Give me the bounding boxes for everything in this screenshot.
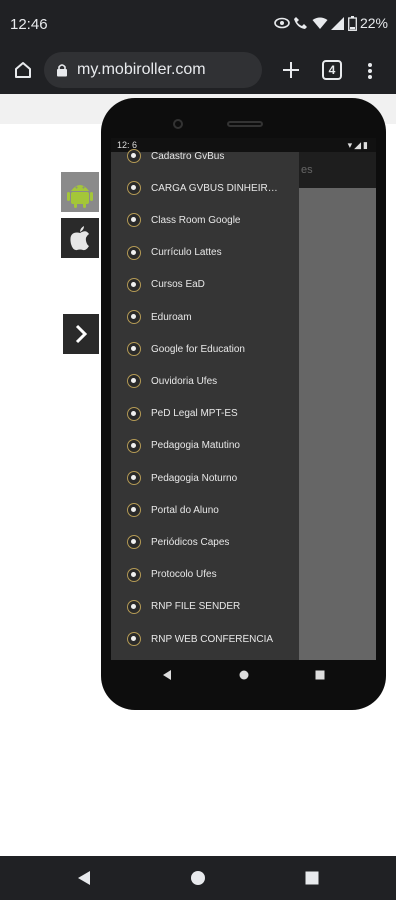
drawer-item[interactable]: Currículo Lattes [111, 239, 299, 267]
system-nav-bar [0, 856, 396, 900]
list-bullet-icon [127, 503, 141, 518]
drawer-item-label: PeD Legal MPT-ES [151, 408, 238, 420]
recents-icon[interactable] [314, 669, 326, 681]
drawer-item-label: Portal do Aluno [151, 504, 219, 516]
android-store-button[interactable] [61, 172, 99, 212]
drawer-item[interactable]: Cadastro GvBus [111, 142, 299, 170]
drawer-item-label: Pedagogia Matutino [151, 440, 240, 452]
list-bullet-icon [127, 310, 141, 324]
app-header-title: es [301, 164, 313, 176]
drawer-item-label: Cadastro GvBus [151, 150, 225, 162]
drawer-item-label: Currículo Lattes [151, 247, 222, 259]
phone-mockup: 12: 6 ▾◢▮ es Cadastro GvBus CARGA GVBUS D… [101, 98, 386, 710]
eye-icon [274, 17, 290, 29]
list-bullet-icon [127, 599, 141, 614]
list-bullet-icon [127, 406, 141, 421]
phone-nav-bar [111, 660, 376, 690]
drawer-item-label: Periódicos Capes [151, 536, 230, 548]
drawer-item[interactable]: Pedagogia Matutino [111, 432, 299, 460]
phone-camera [173, 119, 183, 129]
drawer-item-label: Ouvidoria Ufes [151, 375, 218, 387]
browser-toolbar: my.mobiroller.com 4 [0, 48, 396, 94]
drawer-item-label: Pedagogia Noturno [151, 472, 238, 484]
app-body [299, 188, 376, 660]
phone-speaker [227, 121, 263, 127]
drawer-item[interactable]: RNP WEB CONFERÊNCIA [111, 625, 299, 653]
list-bullet-icon [127, 632, 141, 646]
list-bullet-icon [127, 213, 141, 228]
drawer-item-label: Google for Education [151, 343, 245, 355]
lock-icon [57, 64, 67, 77]
drawer-item-label: Eduroam [151, 311, 192, 323]
browser-menu-button[interactable] [358, 56, 382, 86]
list-bullet-icon [127, 342, 141, 357]
android-icon [67, 185, 93, 208]
list-bullet-icon [127, 471, 141, 485]
wifi-call-icon [293, 17, 307, 29]
list-bullet-icon [127, 245, 141, 260]
apple-store-button[interactable] [61, 218, 99, 258]
navigation-drawer: Cadastro GvBus CARGA GVBUS DINHEIRO/... Cl… [111, 149, 299, 660]
list-bullet-icon [127, 277, 141, 292]
battery-icon [348, 15, 357, 31]
url-text: my.mobiroller.com [77, 61, 206, 78]
drawer-item[interactable]: Periódicos Capes [111, 528, 299, 556]
drawer-item[interactable]: Portal do Aluno [111, 496, 299, 524]
home-button[interactable] [8, 55, 38, 85]
more-vert-icon [368, 63, 372, 79]
list-bullet-icon [127, 567, 141, 582]
signal-icon [330, 16, 344, 30]
list-bullet-icon [127, 535, 141, 550]
home-circle-icon[interactable] [238, 669, 250, 681]
back-icon[interactable] [161, 669, 173, 681]
tab-switcher-button[interactable]: 4 [322, 60, 342, 80]
status-time: 12:46 [10, 16, 48, 33]
new-tab-button[interactable] [276, 55, 306, 85]
status-icons: 22% [274, 15, 388, 31]
list-bullet-icon [127, 181, 141, 196]
phone-status-icons: ▾◢▮ [347, 140, 370, 150]
phone-screen: 12: 6 ▾◢▮ es Cadastro GvBus CARGA GVBUS D… [111, 138, 376, 660]
next-button[interactable] [63, 314, 99, 354]
address-bar[interactable]: my.mobiroller.com [44, 52, 262, 88]
drawer-item-label: Protocolo Ufes [151, 569, 217, 581]
drawer-item-label: Cursos EaD [151, 279, 205, 291]
home-circle-icon[interactable] [189, 869, 207, 887]
status-bar: 12:46 22% [0, 0, 396, 48]
apple-icon [70, 226, 89, 251]
drawer-item[interactable]: Cursos EaD [111, 271, 299, 299]
plus-icon [283, 62, 299, 78]
drawer-item-label: RNP FILE SENDER [151, 601, 241, 613]
drawer-item-label: RNP WEB CONFERÊNCIA [151, 633, 274, 645]
drawer-item-label: Class Room Google [151, 214, 241, 226]
battery-percent: 22% [359, 15, 388, 31]
wifi-icon [312, 17, 328, 29]
list-bullet-icon [127, 149, 141, 163]
drawer-item[interactable]: Pedagogia Noturno [111, 464, 299, 492]
app-header: es [299, 152, 376, 188]
drawer-item[interactable]: RNP FILE SENDER [111, 593, 299, 621]
drawer-item[interactable]: Protocolo Ufes [111, 561, 299, 589]
drawer-item[interactable]: Ouvidoria Ufes [111, 367, 299, 395]
drawer-item-label: CARGA GVBUS DINHEIRO/... [151, 182, 285, 194]
chevron-right-icon [75, 324, 88, 344]
drawer-item[interactable]: CARGA GVBUS DINHEIRO/... [111, 174, 299, 202]
drawer-item[interactable]: Class Room Google [111, 206, 299, 234]
back-icon[interactable] [75, 869, 93, 887]
drawer-item[interactable]: PeD Legal MPT-ES [111, 400, 299, 428]
home-icon [15, 62, 31, 78]
recents-icon[interactable] [303, 869, 321, 887]
list-bullet-icon [127, 374, 141, 389]
drawer-item[interactable]: Google for Education [111, 335, 299, 363]
list-bullet-icon [127, 438, 141, 453]
drawer-item[interactable]: Eduroam [111, 303, 299, 331]
